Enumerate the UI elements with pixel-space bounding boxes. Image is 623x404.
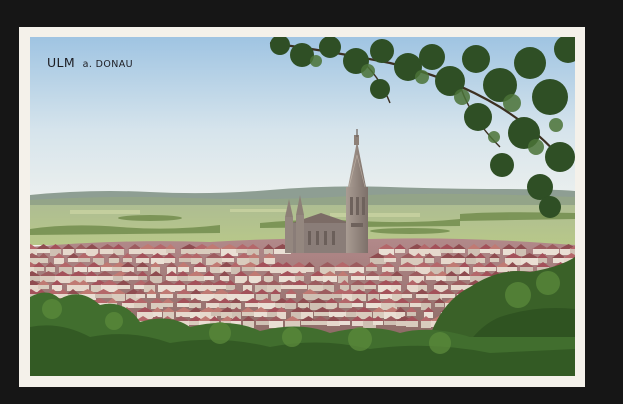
panorama-illustration xyxy=(30,37,575,376)
house-wall xyxy=(285,302,296,309)
house-wall xyxy=(421,320,431,328)
house-wall xyxy=(54,257,64,264)
house-wall xyxy=(546,248,559,255)
postcard-title: ULM a. DONAU xyxy=(47,52,133,71)
house-wall xyxy=(326,302,337,309)
house-wall xyxy=(303,293,317,300)
house-wall xyxy=(249,275,261,283)
title-city: ULM xyxy=(47,55,76,70)
postcard: ULM a. DONAU xyxy=(19,27,585,387)
house-wall xyxy=(153,248,168,255)
cathedral-spire xyxy=(346,187,368,253)
house-wall xyxy=(235,275,247,283)
house-wall xyxy=(466,257,476,264)
city-panorama-photo xyxy=(30,37,575,376)
house-wall xyxy=(516,248,526,256)
house-wall xyxy=(323,275,337,282)
house-wall xyxy=(264,257,275,264)
house-wall xyxy=(86,275,97,282)
house-wall xyxy=(151,257,164,264)
title-river: a. DONAU xyxy=(82,59,134,70)
house-wall xyxy=(271,293,280,301)
house-wall xyxy=(430,248,441,256)
house-wall xyxy=(264,275,273,282)
house-wall xyxy=(406,320,418,327)
house-wall xyxy=(379,248,394,255)
house-wall xyxy=(269,320,283,328)
house-wall xyxy=(521,257,538,265)
